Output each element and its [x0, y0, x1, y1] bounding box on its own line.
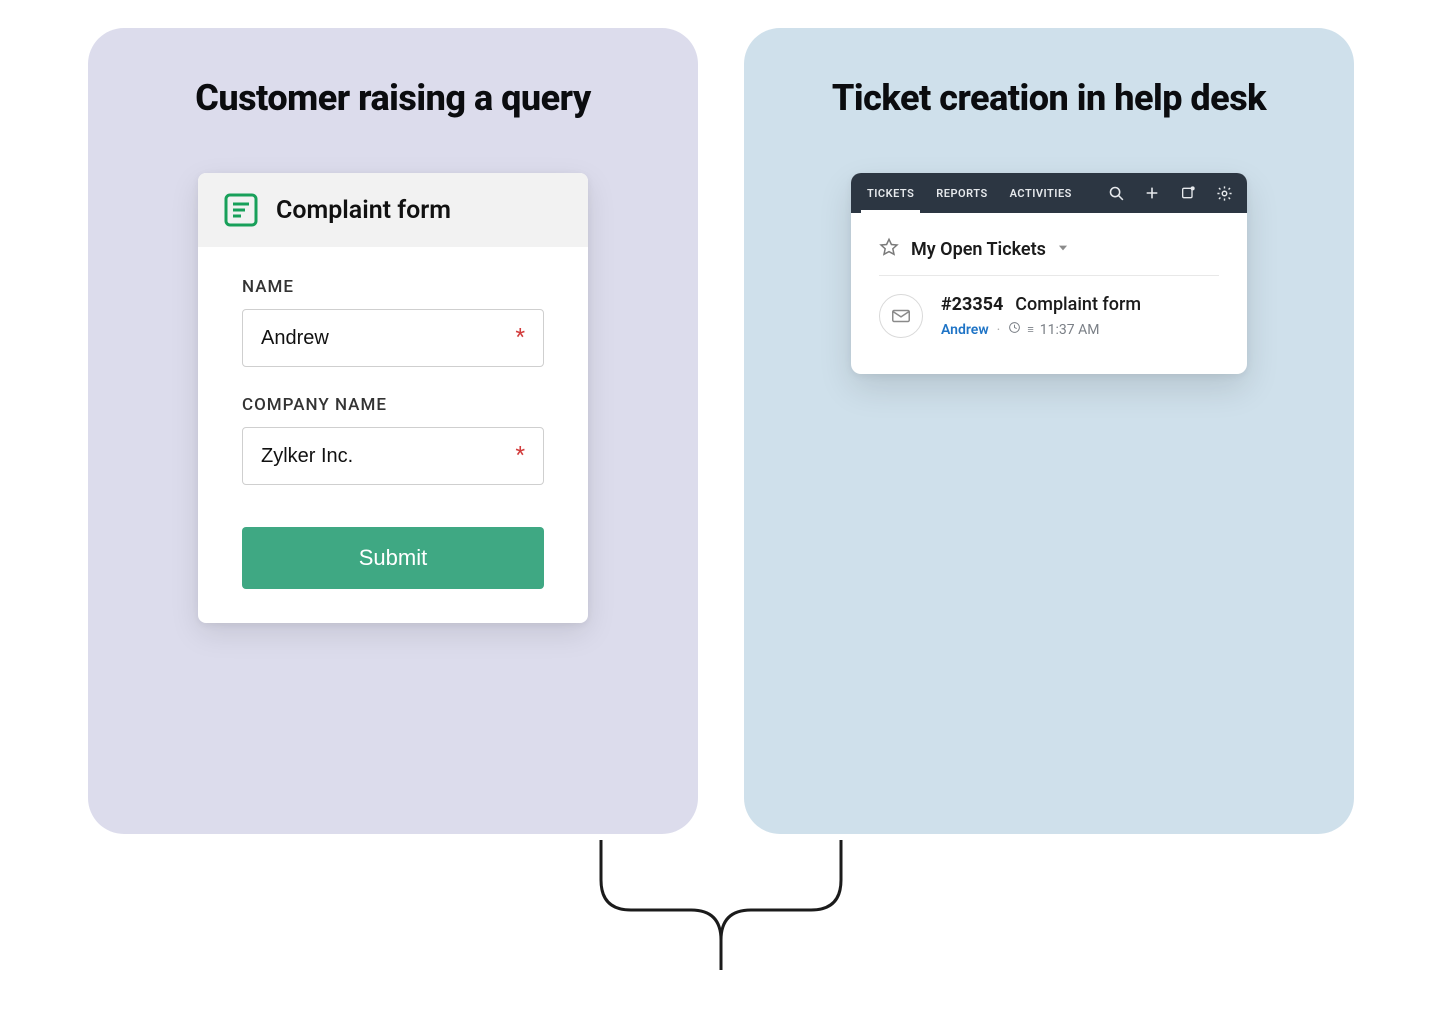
panel-title-left: Customer raising a query — [195, 76, 591, 121]
gear-icon[interactable] — [1215, 184, 1233, 202]
required-star-icon: * — [516, 327, 525, 349]
form-logo-icon — [224, 193, 258, 227]
flow-connector — [581, 840, 861, 970]
tab-reports[interactable]: REPORTS — [930, 173, 993, 213]
submit-button[interactable]: Submit — [242, 527, 544, 589]
tab-tickets[interactable]: TICKETS — [861, 173, 920, 213]
name-label: NAME — [242, 277, 544, 297]
panel-title-right: Ticket creation in help desk — [832, 76, 1266, 121]
assign-icon: ≡ — [1027, 323, 1033, 336]
desk-filter[interactable]: My Open Tickets — [879, 237, 1219, 276]
ticket-row[interactable]: #23354 Complaint form Andrew · — [879, 294, 1219, 338]
separator-dot: · — [997, 322, 1001, 338]
company-name-label: COMPANY NAME — [242, 395, 544, 415]
ticket-author[interactable]: Andrew — [941, 322, 989, 338]
new-window-icon[interactable] — [1179, 184, 1197, 202]
ticket-subject: Complaint form — [1015, 294, 1141, 315]
name-input[interactable] — [261, 327, 512, 350]
required-star-icon: * — [516, 445, 525, 467]
chevron-down-icon — [1056, 240, 1070, 259]
add-icon[interactable] — [1143, 184, 1161, 202]
envelope-icon — [879, 294, 923, 338]
form-card-header: Complaint form — [198, 173, 588, 247]
panel-help-desk: Ticket creation in help desk TICKETS REP… — [744, 28, 1354, 834]
ticket-id: #23354 — [941, 294, 1003, 315]
name-input-wrap[interactable]: * — [242, 309, 544, 367]
star-outline-icon — [879, 237, 899, 261]
clock-icon — [1008, 321, 1021, 338]
form-card-title: Complaint form — [276, 196, 451, 225]
complaint-form-card: Complaint form NAME * COMPANY NAME * — [198, 173, 588, 623]
tab-activities[interactable]: ACTIVITIES — [1004, 173, 1078, 213]
search-icon[interactable] — [1107, 184, 1125, 202]
company-name-input-wrap[interactable]: * — [242, 427, 544, 485]
desk-topbar: TICKETS REPORTS ACTIVITIES — [851, 173, 1247, 213]
company-name-input[interactable] — [261, 445, 512, 468]
desk-filter-label: My Open Tickets — [911, 239, 1046, 260]
panel-customer-query: Customer raising a query Complaint form … — [88, 28, 698, 834]
ticket-time: 11:37 AM — [1040, 322, 1100, 338]
help-desk-card: TICKETS REPORTS ACTIVITIES — [851, 173, 1247, 374]
